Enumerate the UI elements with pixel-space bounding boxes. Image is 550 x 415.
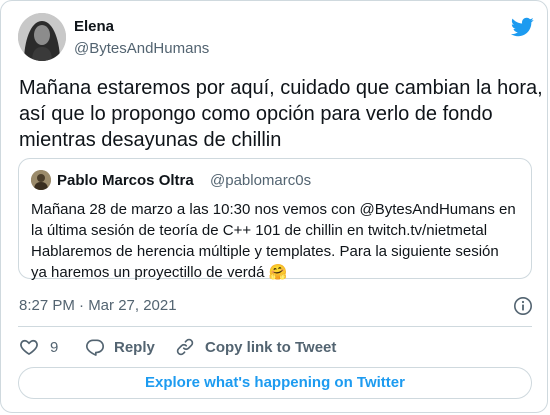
info-icon[interactable]: [513, 296, 533, 316]
copy-link-button[interactable]: Copy link to Tweet: [175, 337, 337, 359]
quoted-tweet[interactable]: Pablo Marcos Oltra @pablomarc0s Mañana 2…: [18, 158, 532, 281]
author-handle[interactable]: @BytesAndHumans: [74, 40, 209, 57]
copy-link-label: Copy link to Tweet: [205, 339, 337, 356]
heart-icon: [20, 339, 38, 356]
like-button[interactable]: 9: [19, 337, 65, 359]
quoted-text-line: la última sesión de teoría de C++ 101 de…: [31, 222, 488, 239]
tweet-timestamp[interactable]: 8:27 PM · Mar 27, 2021: [19, 297, 177, 314]
like-count: 9: [50, 339, 59, 356]
divider: [18, 326, 532, 327]
quoted-text-line: Hablaremos de herencia múltiple y templa…: [31, 243, 499, 260]
quoted-tweet-text: Mañana 28 de marzo a las 10:30 nos vemos…: [31, 199, 526, 283]
author-avatar[interactable]: [18, 13, 66, 61]
quoted-text-line: Mañana 28 de marzo a las 10:30 nos vemos…: [31, 201, 516, 218]
author-name[interactable]: Elena: [74, 18, 114, 35]
tweet-card: Elena @BytesAndHumans Mañana estaremos p…: [0, 0, 548, 413]
reply-icon: [86, 339, 104, 356]
link-icon: [176, 338, 194, 356]
quoted-author-handle: @pablomarc0s: [210, 172, 312, 189]
quoted-author-avatar: [31, 170, 51, 190]
reply-button[interactable]: Reply: [85, 337, 157, 359]
quoted-author-name: Pablo Marcos Oltra: [57, 172, 194, 189]
tweet-text-line: Mañana estaremos por aquí, cuidado que c…: [19, 77, 543, 99]
tweet-text: Mañana estaremos por aquí, cuidado que c…: [19, 75, 543, 153]
quoted-text-line: ya haremos un proyectillo de verdá 🤗: [31, 264, 288, 281]
explore-button[interactable]: Explore what's happening on Twitter: [18, 367, 532, 399]
tweet-text-line: así que lo propongo como opción para ver…: [19, 103, 493, 125]
reply-label: Reply: [114, 339, 155, 356]
tweet-text-line: mientras desayunas de chillin: [19, 129, 282, 151]
twitter-logo-icon[interactable]: [510, 15, 534, 39]
